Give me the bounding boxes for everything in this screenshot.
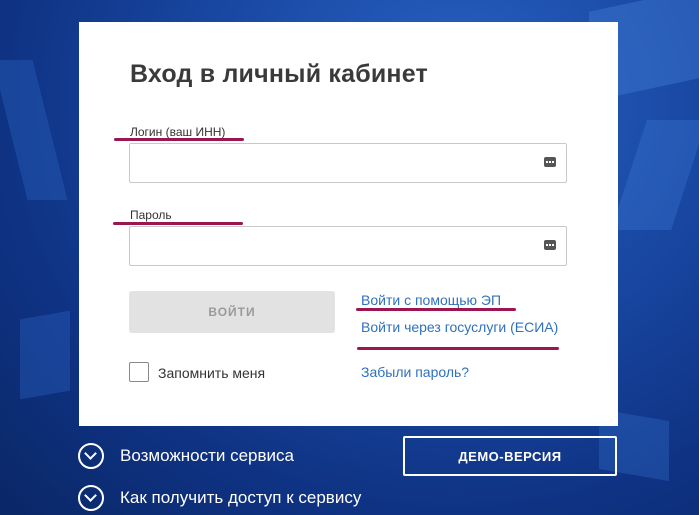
remember-checkbox[interactable] [129, 362, 149, 382]
keyboard-icon[interactable] [544, 240, 556, 250]
demo-button[interactable]: ДЕМО-ВЕРСИЯ [403, 436, 617, 476]
annotation-underline [113, 222, 243, 225]
password-label: Пароль [130, 208, 172, 222]
forgot-password-link[interactable]: Забыли пароль? [361, 364, 469, 380]
background-shape [20, 310, 70, 400]
login-field[interactable] [129, 143, 567, 183]
keyboard-icon[interactable] [544, 157, 556, 167]
login-label: Логин (ваш ИНН) [130, 125, 226, 139]
annotation-underline [356, 308, 516, 311]
password-field[interactable] [129, 226, 567, 266]
annotation-underline [114, 138, 244, 141]
login-button[interactable]: ВОЙТИ [129, 291, 335, 333]
annotation-underline [357, 347, 559, 350]
remember-label: Запомнить меня [158, 365, 266, 381]
background-shape [611, 120, 699, 230]
background-shape [0, 60, 68, 200]
chevron-down-circle-icon [78, 485, 104, 511]
login-input[interactable] [130, 144, 530, 182]
page-title: Вход в личный кабинет [130, 60, 428, 88]
esia-login-link[interactable]: Войти через госуслуги (ЕСИА) [361, 319, 558, 335]
ep-login-link[interactable]: Войти с помощью ЭП [361, 292, 501, 308]
access-label: Как получить доступ к сервису [120, 488, 362, 507]
password-input[interactable] [130, 227, 530, 265]
features-label: Возможности сервиса [120, 446, 294, 465]
chevron-down-circle-icon [78, 443, 104, 469]
